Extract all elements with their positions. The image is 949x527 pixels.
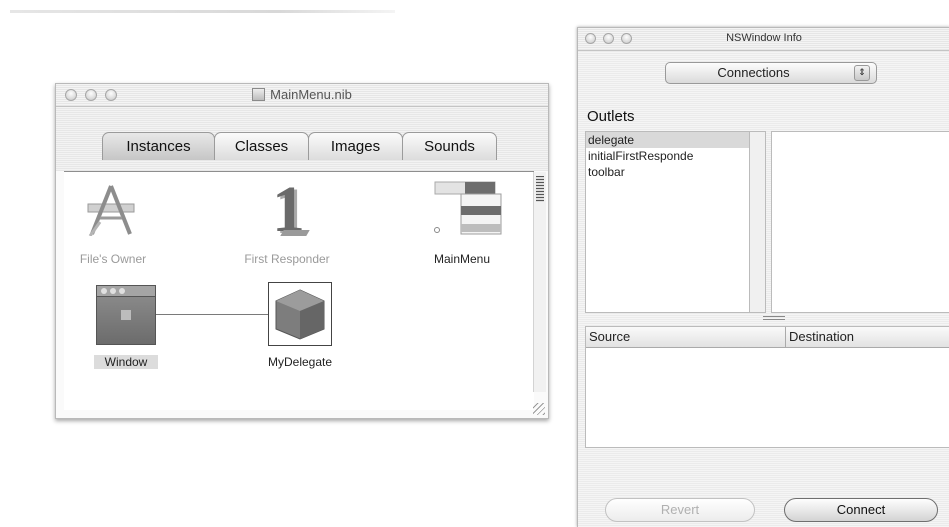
inspector-mode-popup[interactable]: Connections ⇕ (665, 62, 877, 84)
revert-button[interactable]: Revert (605, 498, 755, 522)
tab-instances[interactable]: Instances (102, 132, 215, 160)
targets-list[interactable] (771, 131, 949, 313)
inspector-panel[interactable]: NSWindow Info Connections ⇕ Outlets dele… (577, 27, 949, 527)
connect-button[interactable]: Connect (784, 498, 938, 522)
nib-window-title: MainMenu.nib (56, 87, 548, 102)
nib-document-window[interactable]: MainMenu.nib Instances Classes Images So… (55, 83, 549, 419)
background-bar (10, 10, 395, 13)
outlet-item[interactable]: toolbar (586, 164, 749, 180)
vertical-scrollbar[interactable] (533, 172, 546, 392)
main-menu-icon[interactable] (425, 180, 507, 240)
window-instance-icon[interactable] (96, 285, 156, 345)
instances-pane: File's Owner 1 First Responder MainMenu (64, 171, 534, 410)
window-icon-light (101, 288, 107, 294)
cube-icon (275, 289, 325, 340)
tab-images[interactable]: Images (308, 132, 403, 160)
first-responder-shadow (280, 230, 310, 236)
outlet-item[interactable]: initialFirstResponde (586, 148, 749, 164)
outlet-item[interactable]: delegate (586, 132, 749, 148)
tab-classes[interactable]: Classes (214, 132, 309, 160)
files-owner-label: File's Owner (79, 252, 147, 266)
connections-table[interactable]: Source Destination (585, 326, 949, 448)
first-responder-label: First Responder (244, 252, 330, 266)
my-delegate-label: MyDelegate (267, 355, 333, 369)
nib-tabs: Instances Classes Images Sounds (102, 132, 497, 160)
window-icon-center (121, 310, 131, 320)
inspector-title: NSWindow Info (726, 32, 802, 44)
tab-sounds[interactable]: Sounds (402, 132, 497, 160)
main-menu-label: MainMenu (433, 252, 491, 266)
outlets-heading: Outlets (587, 108, 635, 125)
window-label: Window (94, 355, 158, 369)
window-icon-light (119, 288, 125, 294)
nib-file-icon (252, 88, 266, 101)
inspector-titlebar[interactable]: NSWindow Info (578, 28, 949, 51)
first-responder-icon[interactable]: 1 (262, 173, 312, 246)
updown-arrows-icon: ⇕ (854, 65, 870, 81)
my-delegate-selection-box[interactable] (268, 282, 332, 346)
application-icon[interactable] (86, 182, 136, 236)
nib-window-titlebar[interactable]: MainMenu.nib (56, 84, 548, 107)
split-view-handle[interactable] (763, 316, 785, 322)
column-header-destination[interactable]: Destination (786, 327, 854, 347)
window-icon-light (110, 288, 116, 294)
connection-line (156, 314, 268, 315)
connections-table-header: Source Destination (586, 327, 949, 348)
popup-value: Connections (717, 65, 790, 80)
resize-handle[interactable] (533, 403, 545, 415)
scroll-knob[interactable] (536, 176, 544, 202)
nib-window-title-text: MainMenu.nib (270, 87, 352, 102)
outlets-list[interactable]: delegate initialFirstResponde toolbar (585, 131, 750, 313)
column-header-source[interactable]: Source (586, 327, 786, 347)
outlets-scrollbar[interactable] (750, 131, 766, 313)
first-responder-glyph: 1 (272, 173, 305, 246)
